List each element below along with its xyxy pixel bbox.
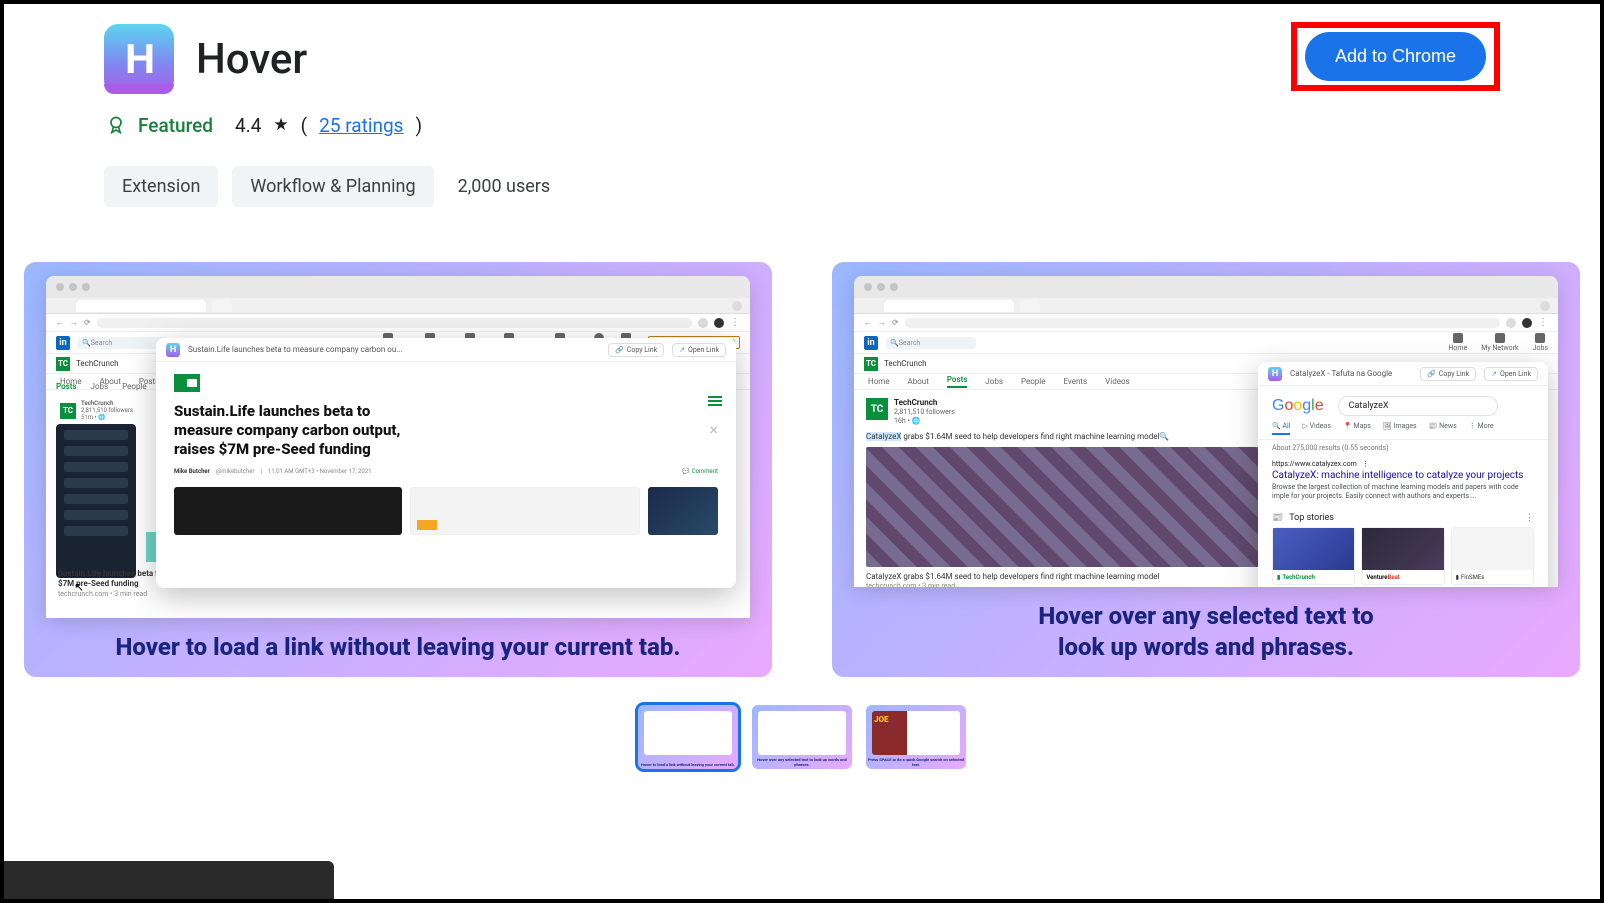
linkedin-logo-icon: in bbox=[864, 336, 878, 350]
featured-badge-icon bbox=[106, 112, 126, 138]
copy-link-button: 🔗Copy Link bbox=[608, 343, 664, 357]
hover-popup: H Sustain.Life launches beta to measure … bbox=[156, 338, 736, 588]
cursor-icon: ↖ bbox=[74, 580, 84, 594]
techcrunch-article-logo-icon bbox=[174, 374, 200, 392]
ratings-close-paren: ) bbox=[415, 114, 422, 137]
popup-title: CatalyzeX - Tafuta na Google bbox=[1290, 369, 1412, 378]
google-result-url: https://www.catalyzex.com ⋮ bbox=[1272, 460, 1534, 468]
app-title: Hover bbox=[196, 35, 307, 84]
popup-title: Sustain.Life launches beta to measure co… bbox=[188, 345, 600, 354]
google-result-desc: Browse the largest collection of machine… bbox=[1272, 483, 1534, 501]
thumbnail-2[interactable]: Hover over any selected text to look up … bbox=[752, 705, 852, 769]
hover-app-icon: H bbox=[166, 343, 180, 357]
tag-extension[interactable]: Extension bbox=[104, 166, 218, 207]
google-result-stats: About 275,000 results (0.55 seconds) bbox=[1258, 440, 1548, 456]
screenshot-2[interactable]: ←→⟳⋮ in 🔍 Search Home My Network Jobs TC bbox=[832, 262, 1580, 677]
thumbnail-strip: Hover to load a link without leaving you… bbox=[104, 705, 1500, 769]
screenshot-2-caption: Hover over any selected text tolook up w… bbox=[854, 601, 1558, 663]
users-count: 2,000 users bbox=[458, 176, 551, 197]
app-icon: H bbox=[104, 24, 174, 94]
add-button-highlight: Add to Chrome bbox=[1291, 22, 1500, 91]
browser-mock-2: ←→⟳⋮ in 🔍 Search Home My Network Jobs TC bbox=[854, 276, 1558, 587]
thumbnail-3[interactable]: JOE Press SPACE to do a quick Google sea… bbox=[866, 705, 966, 769]
browser-mock-1: ←→⟳⋮ in 🔍 Search Home My Network Jobs Me… bbox=[46, 276, 750, 618]
star-icon: ★ bbox=[273, 115, 288, 135]
tag-category[interactable]: Workflow & Planning bbox=[232, 166, 433, 207]
open-link-button: ↗Open Link bbox=[1484, 367, 1538, 381]
featured-label: Featured bbox=[138, 114, 213, 137]
google-tabs: 🔍 All ▷ Videos 📍 Maps 🖼 Images 📰 News ⋮ … bbox=[1258, 420, 1548, 440]
copy-link-button: 🔗Copy Link bbox=[1420, 367, 1476, 381]
open-link-button: ↗Open Link bbox=[672, 343, 726, 357]
linkedin-logo-icon: in bbox=[56, 336, 70, 350]
bottom-overlay-bar bbox=[4, 861, 334, 899]
app-icon-letter: H bbox=[125, 35, 153, 83]
linkedin-search: 🔍 Search bbox=[886, 337, 976, 349]
techcrunch-name: TechCrunch bbox=[76, 359, 119, 368]
hover-popup-google: H CatalyzeX - Tafuta na Google 🔗Copy Lin… bbox=[1258, 362, 1548, 587]
ratings-open-paren: ( bbox=[301, 114, 308, 137]
article-headline: Sustain.Life launches beta to measure co… bbox=[174, 402, 414, 458]
techcrunch-logo-icon: TC bbox=[56, 357, 70, 371]
screenshot-1-caption: Hover to load a link without leaving you… bbox=[46, 632, 750, 663]
thumbnail-1[interactable]: Hover to load a link without leaving you… bbox=[638, 705, 738, 769]
add-to-chrome-button[interactable]: Add to Chrome bbox=[1305, 32, 1486, 81]
google-search-field: CatalyzeX bbox=[1338, 396, 1498, 416]
hover-app-icon: H bbox=[1268, 367, 1282, 381]
hamburger-icon bbox=[708, 396, 722, 406]
screenshot-1[interactable]: ←→⟳⋮ in 🔍 Search Home My Network Jobs Me… bbox=[24, 262, 772, 677]
google-result-title: CatalyzeX: machine intelligence to catal… bbox=[1272, 470, 1534, 481]
linkedin-search: 🔍 Search bbox=[78, 337, 168, 349]
google-top-stories-header: 📰Top stories⋮ bbox=[1258, 505, 1548, 527]
rating-value: 4.4 bbox=[235, 114, 261, 137]
google-logo: Google bbox=[1272, 397, 1324, 415]
ratings-link[interactable]: 25 ratings bbox=[319, 114, 403, 137]
close-icon: × bbox=[709, 420, 718, 439]
techcrunch-logo-icon: TC bbox=[864, 357, 878, 371]
